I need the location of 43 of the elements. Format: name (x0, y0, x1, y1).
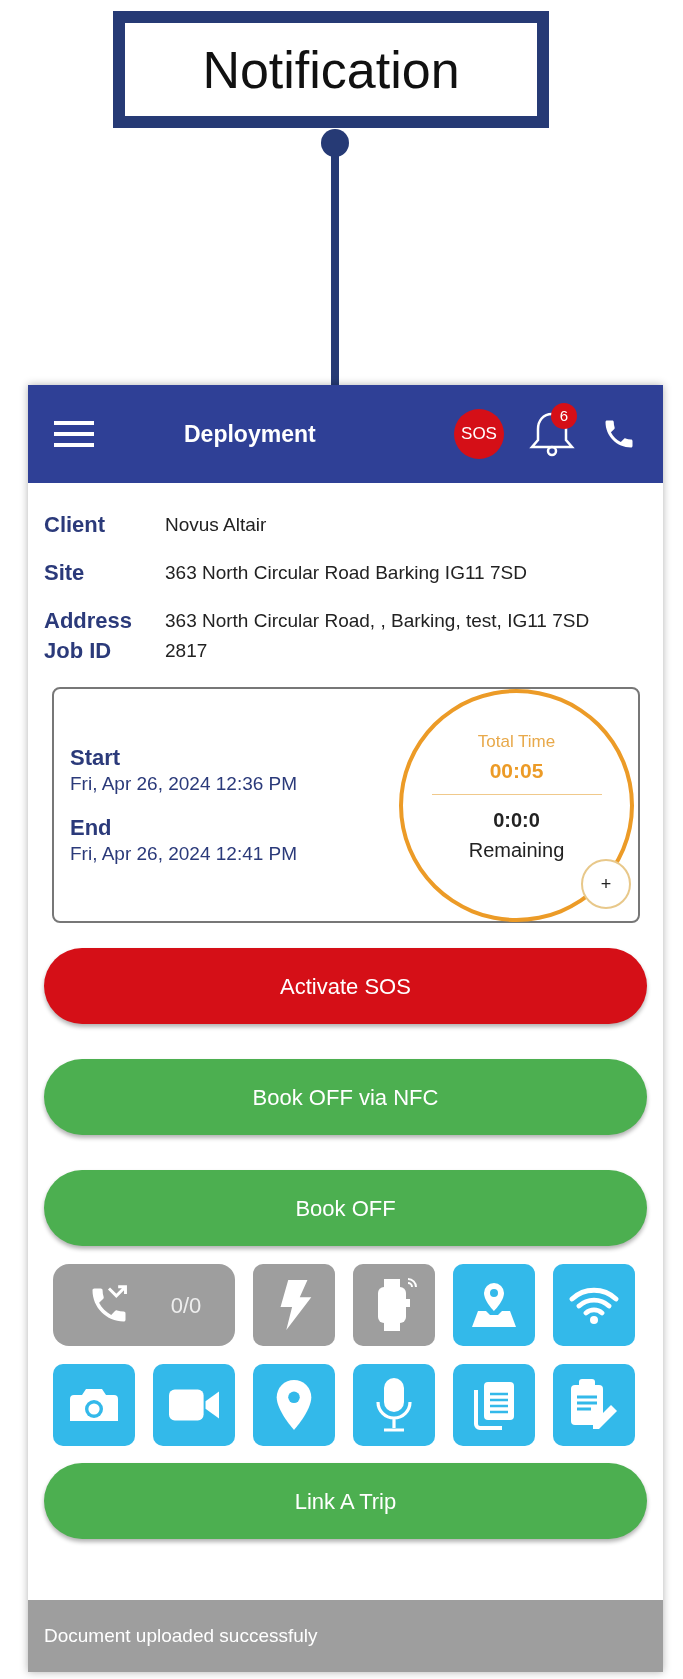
total-time-value: 00:05 (489, 757, 544, 784)
sos-activate-button[interactable]: Activate SOS (44, 948, 647, 1024)
tool-button[interactable] (253, 1364, 335, 1446)
clipboard-edit-icon (569, 1379, 619, 1431)
detail-label: Site (44, 561, 86, 585)
documents-icon (472, 1380, 516, 1430)
sos-button[interactable]: SOS (454, 409, 504, 459)
tool-button[interactable] (553, 1364, 635, 1446)
callout-label: Notification (113, 11, 549, 128)
add-time-button[interactable]: + (581, 859, 631, 909)
header-title: Deployment (184, 419, 316, 449)
end-time: Fri, Apr 26, 2024 12:41 PM (70, 842, 298, 866)
detail-label: Address (44, 609, 134, 633)
menu-icon[interactable] (54, 419, 94, 449)
book-off-button[interactable]: Book OFF (44, 1170, 647, 1246)
tool-button[interactable] (353, 1364, 435, 1446)
remaining-label: Remaining (468, 838, 565, 863)
detail-value: 2817 (165, 639, 208, 663)
tool-button[interactable] (153, 1364, 235, 1446)
tool-button[interactable] (453, 1364, 535, 1446)
notification-count: 6 (551, 403, 577, 429)
wifi-icon (569, 1285, 619, 1325)
tool-button[interactable] (553, 1264, 635, 1346)
nfc-book-off-button[interactable]: Book OFF via NFC (44, 1059, 647, 1135)
detail-value: Novus Altair (165, 513, 267, 537)
start-time: Fri, Apr 26, 2024 12:36 PM (70, 772, 298, 796)
detail-value: 363 North Circular Road Barking IG11 7SD (165, 561, 527, 585)
map-pin-icon (470, 1281, 518, 1329)
detail-label: Client (44, 513, 107, 537)
toast-message: Document uploaded successfuly (28, 1600, 663, 1672)
video-camera-icon (169, 1387, 219, 1423)
link-trip-button[interactable]: Link A Trip (44, 1463, 647, 1539)
tool-button[interactable] (53, 1364, 135, 1446)
remaining-time-value: 0:0:0 (493, 808, 540, 833)
end-label: End (70, 814, 113, 842)
total-time-label: Total Time (477, 731, 556, 753)
microphone-icon (376, 1378, 412, 1432)
tool-button[interactable] (453, 1264, 535, 1346)
detail-label: Job ID (44, 639, 113, 663)
detail-value: 363 North Circular Road, , Barking, test, IG11 7SD (165, 609, 590, 633)
call-count: 0/0 (170, 1291, 202, 1320)
start-label: Start (70, 744, 122, 772)
location-pin-icon (274, 1380, 314, 1430)
